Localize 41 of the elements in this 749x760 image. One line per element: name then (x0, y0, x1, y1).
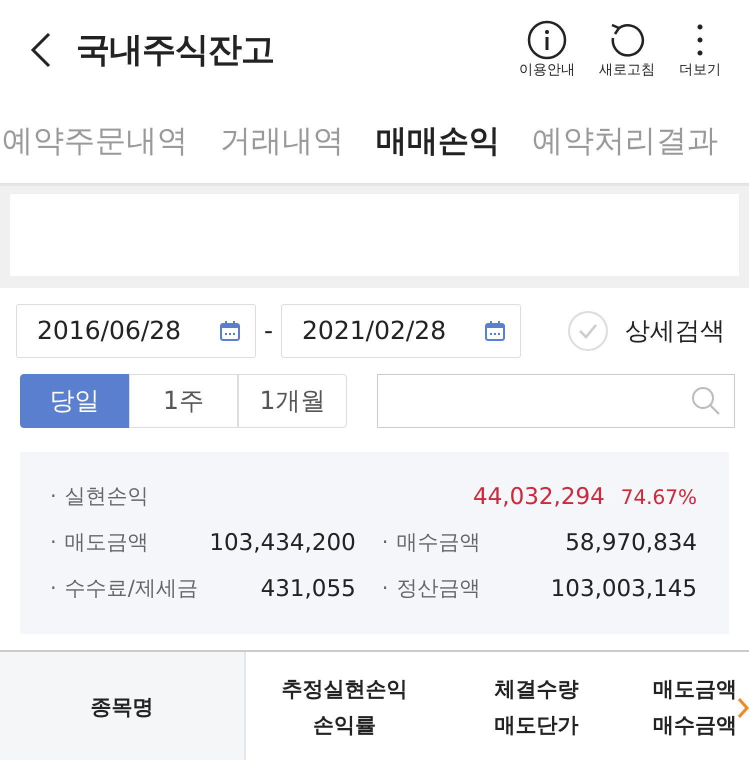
more-button[interactable]: 더보기 (679, 20, 721, 80)
refresh-button[interactable]: 새로고침 (599, 20, 655, 80)
summary-label: 매수금액 (396, 529, 480, 556)
summary-value: 58,970,834 (565, 528, 697, 558)
search-field[interactable] (377, 374, 735, 428)
summary-label: 수수료/제세금 (64, 575, 198, 602)
date-separator: - (264, 315, 274, 348)
summary-value: 431,055 (260, 574, 356, 604)
date-field[interactable]: 2021/02/28 (281, 304, 522, 358)
summary-value: 103,434,200 (209, 528, 356, 558)
period-button[interactable]: 1개월 (238, 374, 347, 428)
summary-label: 실현손익 (64, 483, 149, 510)
bullet-mark: · (50, 483, 57, 510)
calendar-icon (484, 320, 506, 342)
column-header: 종목명 (0, 652, 246, 760)
bullet-mark: · (50, 529, 57, 556)
back-icon[interactable] (30, 32, 52, 68)
bullet-mark: · (50, 575, 57, 602)
calendar-icon (219, 320, 241, 342)
profit-rate: 74.67% (620, 484, 697, 511)
column-header: 체결수량 매도단가 (493, 676, 580, 739)
summary-value: 103,003,145 (550, 574, 697, 604)
check-circle-icon[interactable] (567, 310, 609, 352)
info-icon (527, 20, 567, 60)
date-field[interactable]: 2016/06/28 (16, 304, 256, 358)
search-icon (690, 385, 722, 417)
bullet-mark: · (382, 575, 388, 602)
column-header: 매도금액 매수금액 (652, 676, 737, 739)
profit-amount: 44,032,294 (473, 482, 605, 512)
detail-search-label[interactable]: 상세검색 (625, 312, 725, 350)
page-title: 국내주식잔고 (76, 28, 274, 72)
date-value: 2021/02/28 (302, 315, 446, 348)
date-value: 2016/06/28 (37, 315, 182, 348)
summary-label: 매도금액 (64, 529, 149, 556)
column-header: 추정실현손익 손익률 (280, 676, 408, 739)
period-button[interactable]: 당일 (20, 374, 129, 428)
chevron-right-icon[interactable] (737, 696, 749, 720)
summary-label: 정산금액 (396, 575, 480, 602)
info-button[interactable]: 이용안내 (519, 20, 575, 80)
period-button[interactable]: 1주 (129, 374, 238, 428)
bullet-mark: · (382, 529, 388, 556)
